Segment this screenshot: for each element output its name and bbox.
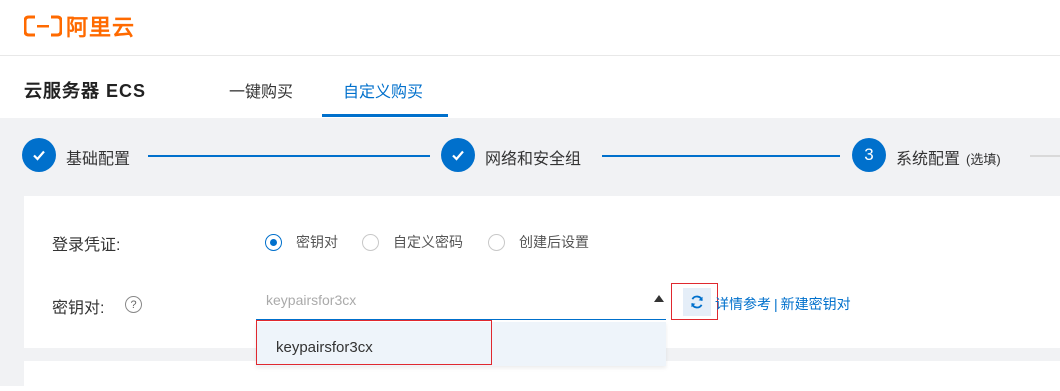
active-tab-indicator: [322, 114, 448, 117]
keypair-select-placeholder: keypairsfor3cx: [266, 292, 357, 308]
step-1-check-icon: [22, 138, 56, 172]
step-3-number: 3: [852, 138, 886, 172]
step-connector-3: [1030, 155, 1060, 157]
radio-keypair-dot[interactable]: [265, 233, 282, 251]
radio-keypair-label: 密钥对: [296, 234, 338, 250]
top-header: 阿里云: [0, 0, 1060, 56]
radio-set-later-label: 创建后设置: [519, 234, 589, 250]
aliyun-logo[interactable]: 阿里云: [24, 10, 135, 42]
tab-one-click-buy[interactable]: 一键购买: [229, 78, 293, 102]
logo-text: 阿里云: [66, 15, 136, 40]
login-credential-label: 登录凭证:: [52, 237, 121, 254]
radio-custom-password-label: 自定义密码: [393, 234, 463, 250]
step-progress: 基础配置 网络和安全组 3 系统配置 (选填): [0, 130, 1060, 180]
option-highlight-box: [256, 320, 492, 365]
tab-custom-buy[interactable]: 自定义购买: [343, 78, 423, 102]
aliyun-logo-icon: [24, 15, 62, 37]
step-3-label: 系统配置 (选填): [896, 145, 1001, 169]
keypair-links: 详情参考 | 新建密钥对: [715, 294, 851, 314]
radio-custom-password-dot[interactable]: [362, 233, 379, 251]
radio-custom-password[interactable]: 自定义密码: [362, 232, 463, 252]
help-icon[interactable]: ?: [125, 296, 142, 313]
step-connector-2: [602, 155, 840, 157]
step-3-title: 系统配置: [896, 151, 961, 168]
product-title: 云服务器 ECS: [24, 81, 147, 101]
link-separator: |: [774, 296, 778, 312]
step-1-label: 基础配置: [66, 151, 131, 168]
step-2-label: 网络和安全组: [485, 151, 582, 168]
details-link[interactable]: 详情参考: [715, 296, 771, 312]
radio-keypair[interactable]: 密钥对: [265, 232, 338, 252]
step-2-check-icon: [441, 138, 475, 172]
radio-set-later-dot[interactable]: [488, 233, 505, 251]
keypair-select[interactable]: keypairsfor3cx: [256, 284, 666, 320]
keypair-label: 密钥对:: [52, 300, 105, 317]
create-keypair-link[interactable]: 新建密钥对: [781, 296, 851, 312]
product-bar: 云服务器 ECS 一键购买 自定义购买: [0, 57, 1060, 118]
radio-set-later[interactable]: 创建后设置: [488, 232, 589, 252]
caret-up-icon[interactable]: [654, 295, 664, 302]
step-3-optional-note: (选填): [966, 152, 1001, 167]
refresh-highlight-box: [671, 283, 718, 320]
step-connector-1: [148, 155, 430, 157]
